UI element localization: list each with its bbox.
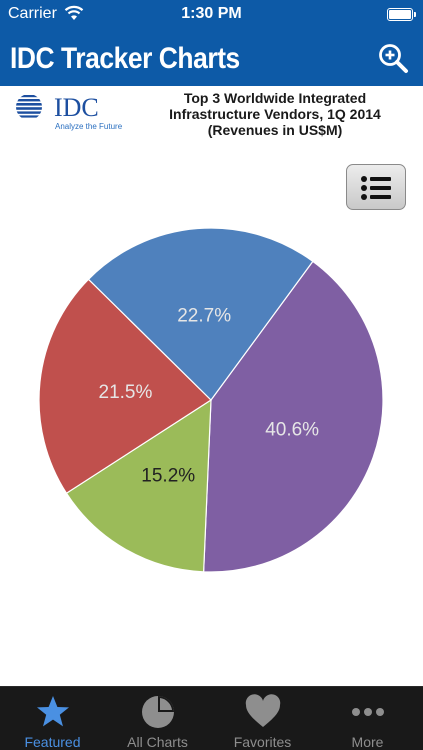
tab-favorites-label: Favorites <box>233 734 292 750</box>
pie-chart[interactable]: 40.6% 15.2% 21.5% 22.7% <box>0 200 423 600</box>
pie-slice-label-2: 21.5% <box>99 382 153 403</box>
tab-featured-label: Featured <box>24 734 81 750</box>
more-dots-icon <box>352 708 384 716</box>
idc-logo-tagline: Analyze the Future <box>55 122 123 131</box>
zoom-in-icon[interactable] <box>377 42 409 74</box>
chart-title-line2: Infrastructure Vendors, 1Q 2014 <box>169 106 381 122</box>
battery-icon <box>387 8 416 21</box>
tab-featured[interactable]: Featured <box>0 687 105 750</box>
pie-slice-label-3: 22.7% <box>177 305 231 326</box>
chart-title-line3: (Revenues in US$M) <box>207 122 343 138</box>
navigation-bar: IDC Tracker Charts <box>0 30 423 86</box>
tab-all-charts-label: All Charts <box>127 734 188 750</box>
tab-more[interactable]: More <box>315 687 420 750</box>
tab-all-charts[interactable]: All Charts <box>105 687 210 750</box>
idc-logo: IDC Analyze the Future <box>16 93 123 131</box>
list-icon <box>361 176 391 200</box>
tab-more-label: More <box>351 734 384 750</box>
star-icon <box>37 696 69 727</box>
clock: 1:30 PM <box>181 5 242 22</box>
pie-chart-icon <box>142 696 174 728</box>
idc-logo-text: IDC <box>54 93 99 122</box>
tab-bar: Featured All Charts Favorites More <box>0 686 423 750</box>
tab-favorites[interactable]: Favorites <box>210 687 315 750</box>
app-title: IDC Tracker Charts <box>10 42 240 75</box>
chart-title: Top 3 Worldwide Integrated Infrastructur… <box>140 90 410 138</box>
status-bar: Carrier 1:30 PM <box>0 0 423 30</box>
chart-title-line1: Top 3 Worldwide Integrated <box>183 90 367 106</box>
pie-slice-label-1: 15.2% <box>141 466 195 487</box>
pie-slice-label-0: 40.6% <box>265 420 319 441</box>
heart-icon <box>245 694 281 727</box>
